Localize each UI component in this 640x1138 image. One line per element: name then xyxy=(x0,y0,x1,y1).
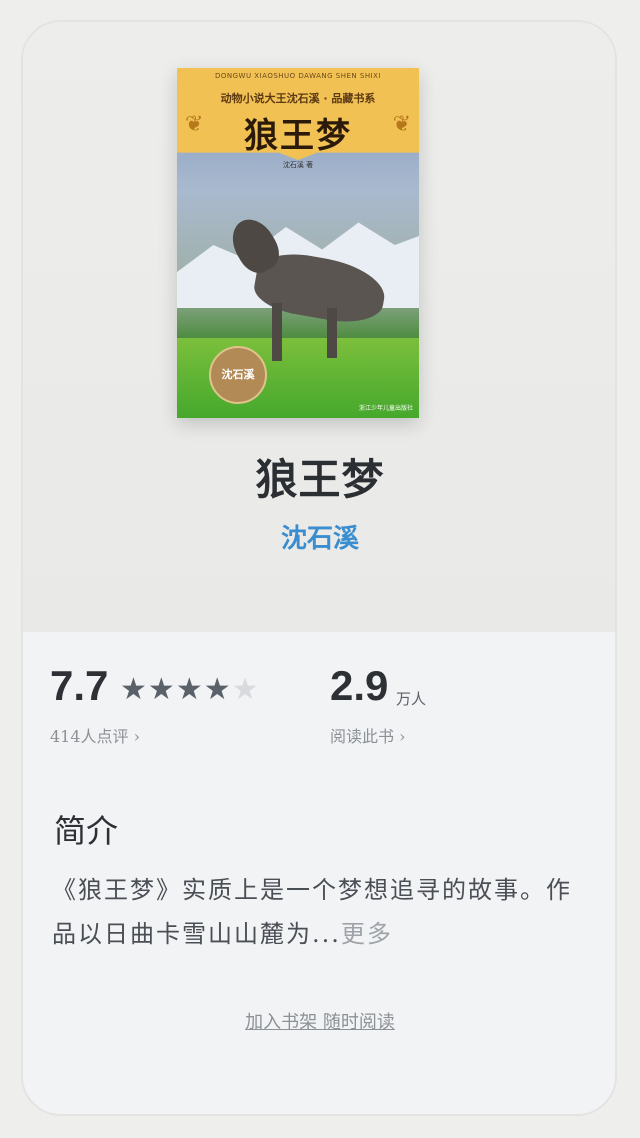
author-seal: 沈石溪 xyxy=(209,346,267,404)
star-icon: ★ xyxy=(120,672,148,707)
cover-publisher: 浙江少年儿童出版社 xyxy=(358,405,413,412)
chevron-right-icon: › xyxy=(128,727,141,746)
intro-heading: 简介 xyxy=(54,812,119,850)
readers-link-label: 阅读此书 xyxy=(330,727,395,746)
book-cover[interactable]: DONGWU XIAOSHUO DAWANG SHEN SHIXI 动物小说大王… xyxy=(177,68,419,418)
rating-count-link[interactable]: 414人点评 › xyxy=(50,723,140,747)
rating-score: 7.7 xyxy=(50,662,109,709)
cover-title: 狼王梦 xyxy=(244,116,352,156)
cover-wolf-leg xyxy=(327,308,337,358)
more-button[interactable]: 更多 xyxy=(341,920,393,948)
add-to-shelf-link[interactable]: 加入书架 随时阅读 xyxy=(0,1008,640,1034)
cover-series: 动物小说大王沈石溪 · 品藏书系 xyxy=(220,92,376,105)
book-author[interactable]: 沈石溪 xyxy=(0,518,640,555)
cover-pinyin: DONGWU XIAOSHUO DAWANG SHEN SHIXI xyxy=(214,72,382,80)
star-icon: ★ xyxy=(175,672,204,707)
star-empty-icon: ★ xyxy=(231,672,260,707)
intro-text: 《狼王梦》实质上是一个梦想追寻的故事。作品以日曲卡雪山山麓为...更多 xyxy=(52,868,572,956)
star-icon: ★ xyxy=(203,672,232,707)
intro-body: 《狼王梦》实质上是一个梦想追寻的故事。作品以日曲卡雪山山麓为... xyxy=(52,876,572,948)
book-title: 狼王梦 xyxy=(255,455,385,504)
rating-count-label: 414人点评 xyxy=(50,727,129,746)
cover-wolf-leg xyxy=(272,303,282,361)
readers-unit: 万人 xyxy=(396,690,427,708)
star-icon: ★ xyxy=(147,672,176,707)
readers-link[interactable]: 阅读此书 › xyxy=(330,723,406,747)
cover-author: 沈石溪 著 xyxy=(282,161,314,169)
readers-count: 2.9 xyxy=(330,662,389,709)
star-rating: ★★★★★ xyxy=(120,672,260,707)
chevron-right-icon: › xyxy=(394,727,406,746)
